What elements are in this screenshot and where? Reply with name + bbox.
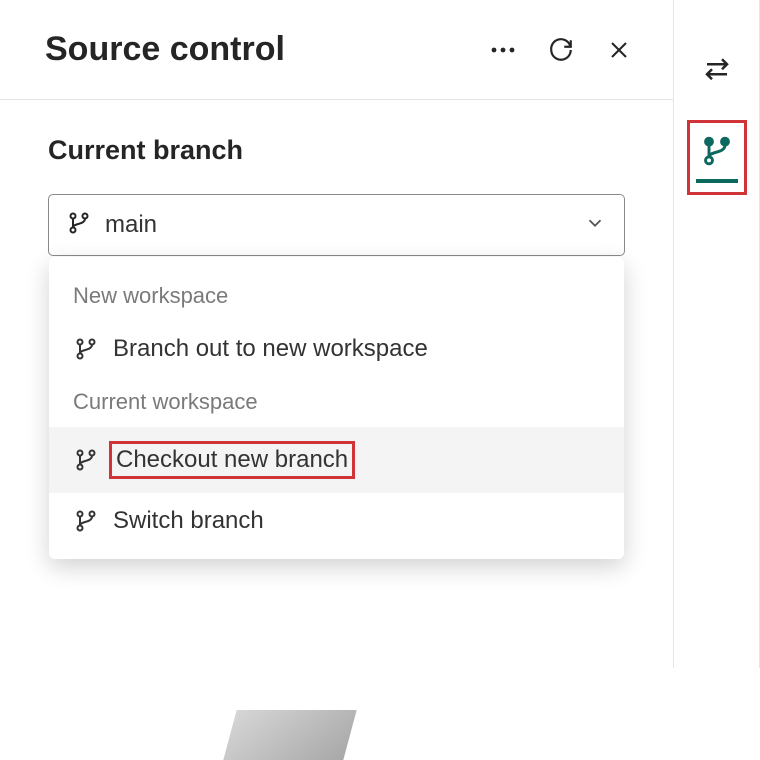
branch-dropdown[interactable]: main New workspace Branch out to new wor… [48, 194, 625, 256]
panel-content: Current branch main New workspace Branch… [0, 100, 673, 291]
menu-item-branch-out[interactable]: Branch out to new workspace [49, 321, 624, 377]
menu-item-label: Checkout new branch [109, 441, 355, 479]
more-icon[interactable] [489, 36, 517, 64]
branch-icon [73, 447, 99, 473]
sync-icon[interactable] [693, 44, 741, 92]
chevron-down-icon [584, 212, 606, 239]
panel-title: Source control [45, 30, 489, 69]
close-icon[interactable] [605, 36, 633, 64]
right-rail [674, 0, 760, 668]
branch-icon [73, 508, 99, 534]
branch-dropdown-menu: New workspace Branch out to new workspac… [49, 257, 624, 559]
branch-icon [73, 336, 99, 362]
menu-item-label: Branch out to new workspace [113, 335, 428, 363]
source-control-rail-button[interactable] [687, 120, 747, 195]
refresh-icon[interactable] [547, 36, 575, 64]
branch-dropdown-value: main [105, 211, 584, 239]
menu-item-checkout-new-branch[interactable]: Checkout new branch [49, 427, 624, 493]
current-branch-label: Current branch [48, 135, 625, 166]
menu-group-new-workspace: New workspace [49, 271, 624, 321]
menu-item-label: Switch branch [113, 507, 264, 535]
panel-header: Source control [0, 0, 673, 100]
active-indicator [696, 179, 738, 183]
header-actions [489, 36, 633, 64]
menu-item-switch-branch[interactable]: Switch branch [49, 493, 624, 549]
menu-group-current-workspace: Current workspace [49, 377, 624, 427]
background-decoration [223, 710, 356, 760]
branch-icon [67, 210, 91, 241]
source-control-panel: Source control Current branch main N [0, 0, 674, 668]
